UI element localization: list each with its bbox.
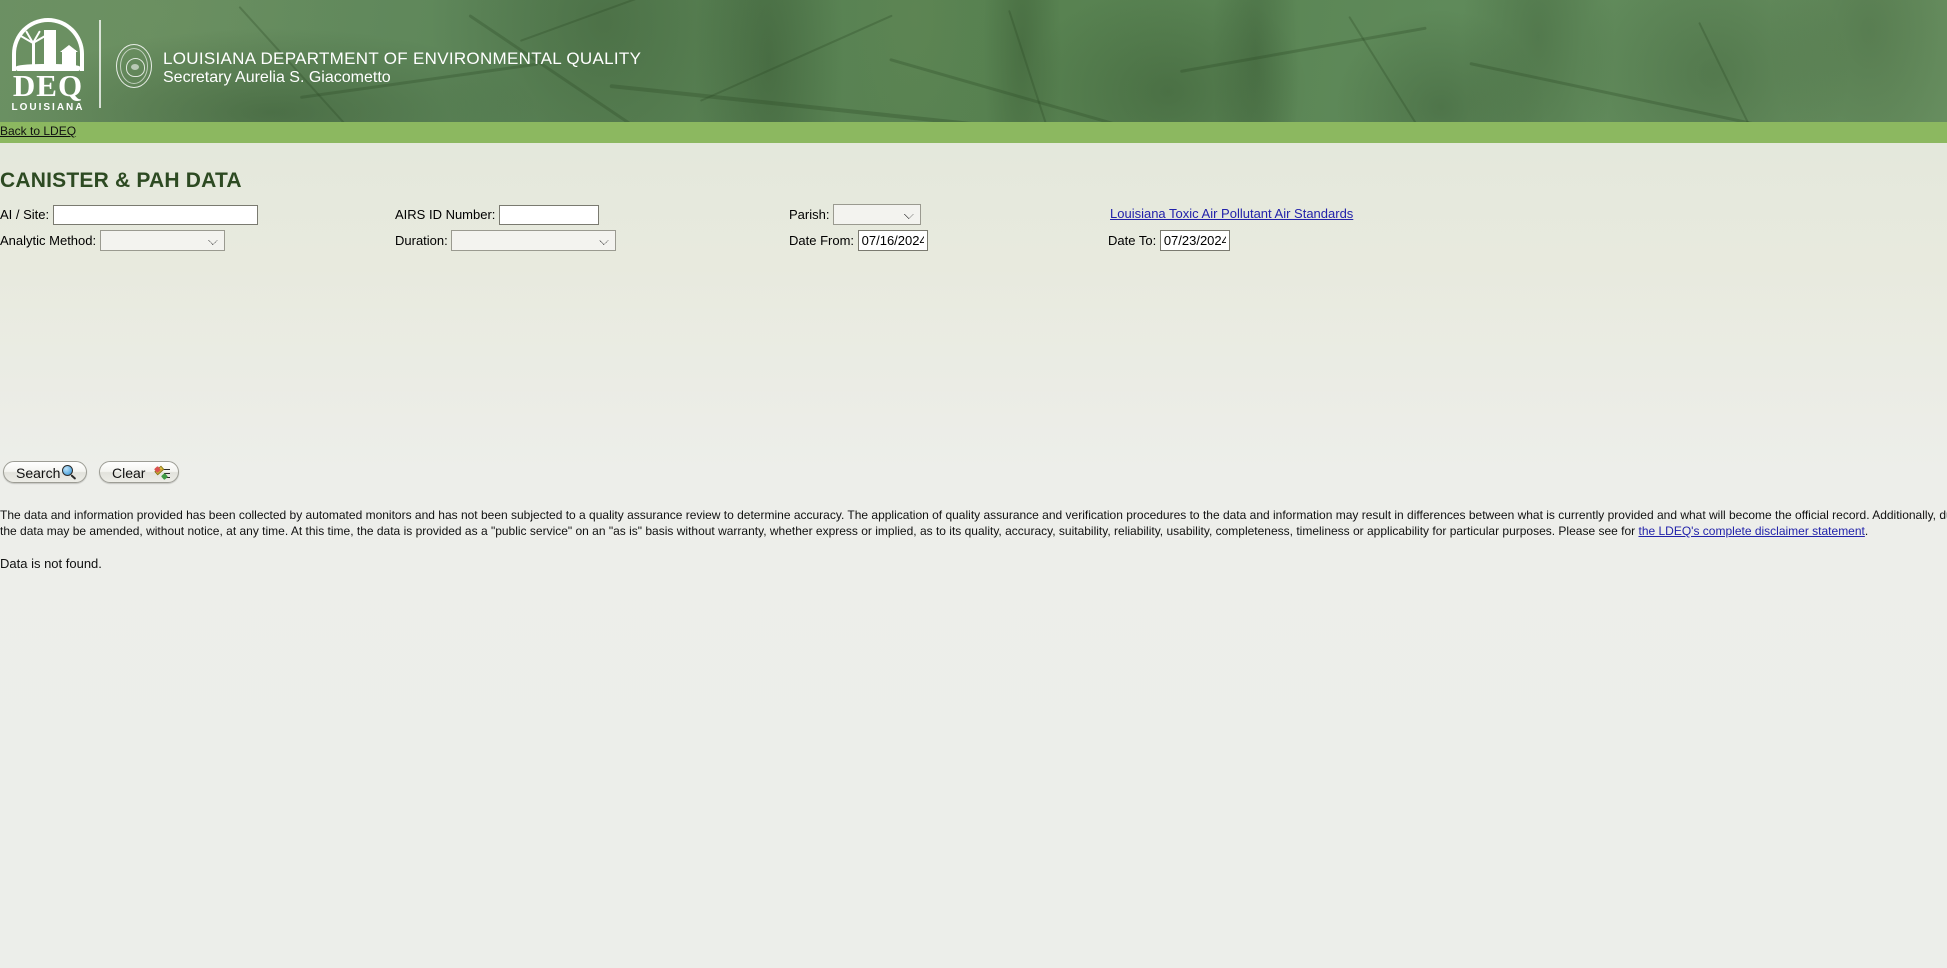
disclaimer-text: The data and information provided has be…: [0, 507, 1947, 539]
date-from-label: Date From:: [789, 232, 855, 248]
disclaimer-statement-link[interactable]: the LDEQ's complete disclaimer statement: [1638, 524, 1864, 538]
date-to-label: Date To:: [1108, 232, 1157, 248]
disclaimer-line-2-before: the data may be amended, without notice,…: [0, 524, 1639, 538]
airs-id-input[interactable]: [499, 205, 600, 225]
deq-logo: DEQ LOUISIANA: [8, 18, 88, 113]
parish-select[interactable]: [833, 204, 922, 225]
disclaimer-line-2: the data may be amended, without notice,…: [0, 523, 1947, 539]
page-background: [0, 143, 1947, 968]
search-button[interactable]: Search: [3, 461, 87, 483]
search-icon: [62, 465, 77, 481]
search-form: AI / Site: Analytic Method: AIRS ID Numb…: [0, 204, 1947, 265]
ai-site-input[interactable]: [52, 205, 258, 225]
search-button-label: Search: [16, 465, 61, 481]
back-to-ldeq-link[interactable]: Back to LDEQ: [0, 124, 76, 138]
eraser-icon: [153, 465, 170, 481]
no-data-message: Data is not found.: [0, 556, 102, 571]
clear-button-label: Clear: [112, 465, 146, 481]
analytic-method-select[interactable]: [99, 230, 225, 251]
disclaimer-line-1: The data and information provided has be…: [0, 508, 1947, 522]
logo-building-icon: [44, 30, 56, 66]
disclaimer-line-2-after: .: [1864, 524, 1869, 538]
site-header-banner: DEQ LOUISIANA LOUISIANA DEPARTMENT OF EN…: [0, 0, 1947, 122]
logo-deq-text: DEQ: [12, 68, 84, 103]
form-actions: Search Clear: [0, 461, 400, 491]
clear-button[interactable]: Clear: [99, 461, 179, 483]
logo-louisiana-text: LOUISIANA: [11, 102, 85, 113]
date-from-input[interactable]: [857, 230, 928, 251]
header-divider: [99, 20, 101, 108]
page-title: CANISTER & PAH DATA: [0, 169, 242, 192]
agency-secretary: Secretary Aurelia S. Giacometto: [163, 69, 391, 86]
parish-label: Parish:: [789, 206, 830, 222]
logo-tree-icon: [32, 42, 35, 66]
duration-label: Duration:: [395, 232, 448, 248]
duration-select[interactable]: [451, 230, 617, 251]
louisiana-state-seal-icon: [116, 44, 152, 88]
date-to-input[interactable]: [1159, 230, 1230, 251]
toxic-air-standards-link[interactable]: Louisiana Toxic Air Pollutant Air Standa…: [1110, 206, 1353, 221]
navigation-bar: Back to LDEQ: [0, 122, 1947, 143]
agency-title: LOUISIANA DEPARTMENT OF ENVIRONMENTAL QU…: [163, 49, 642, 68]
analytic-method-label: Analytic Method:: [0, 232, 97, 248]
seal-pelican-icon: [126, 58, 145, 77]
ai-site-label: AI / Site:: [0, 207, 50, 222]
airs-id-label: AIRS ID Number:: [395, 207, 496, 222]
